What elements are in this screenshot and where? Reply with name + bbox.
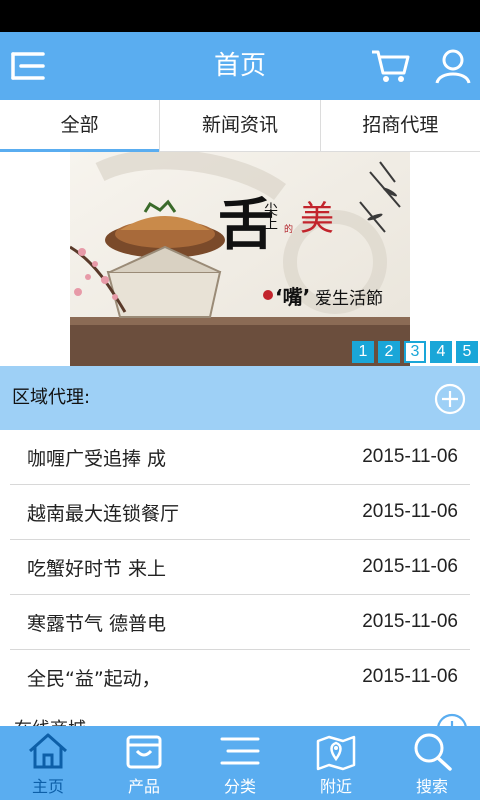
- news-date: 2015-11-06: [362, 666, 458, 687]
- nav-label: 主页: [31, 777, 64, 796]
- status-bar: [0, 0, 480, 32]
- nav-home[interactable]: 主页: [0, 726, 96, 800]
- list-item[interactable]: 咖喱广受追捧 成 2015-11-06: [10, 430, 470, 485]
- list-item[interactable]: 寒露节气 德普电 2015-11-06: [10, 595, 470, 650]
- news-title: 寒露节气 德普电: [27, 612, 167, 635]
- news-date: 2015-11-06: [362, 611, 458, 632]
- banner-headline-small: 尖上: [262, 202, 278, 230]
- bottom-nav: 主页 产品 分类 附近 搜索: [0, 726, 480, 800]
- promo-banner[interactable]: 舌 尖上 的 美 ‘嘴’ 爱生活節: [70, 152, 410, 366]
- list-item[interactable]: 吃蟹好时节 来上 2015-11-06: [10, 540, 470, 595]
- news-title: 咖喱广受追捧 成: [27, 447, 167, 470]
- user-button[interactable]: [432, 46, 474, 86]
- nav-label: 分类: [223, 777, 256, 796]
- pager-dot[interactable]: 2: [378, 341, 400, 363]
- news-date: 2015-11-06: [362, 446, 458, 467]
- user-icon: [435, 49, 471, 84]
- list-item[interactable]: 越南最大连锁餐厅 2015-11-06: [10, 485, 470, 540]
- list-icon: [220, 737, 260, 765]
- news-title: 越南最大连锁餐厅: [27, 502, 180, 525]
- search-icon: [414, 733, 452, 771]
- news-list: 咖喱广受追捧 成 2015-11-06 越南最大连锁餐厅 2015-11-06 …: [10, 430, 470, 705]
- nav-products[interactable]: 产品: [96, 726, 192, 800]
- pager-dot[interactable]: 4: [430, 341, 452, 363]
- map-icon: [316, 735, 356, 771]
- banner-artwork: 舌 尖上 的 美 ‘嘴’ 爱生活節: [70, 152, 410, 366]
- cart-icon: [372, 50, 410, 82]
- tab-all[interactable]: 全部: [0, 100, 161, 152]
- list-item[interactable]: 全民“益”起动， 2015-11-06: [10, 650, 470, 705]
- banner-slogan-prefix: ‘嘴’: [275, 285, 310, 309]
- plus-circle-icon[interactable]: [434, 383, 466, 415]
- banner-headline-tiny: 的: [284, 223, 293, 235]
- nav-nearby[interactable]: 附近: [288, 726, 384, 800]
- home-icon: [29, 733, 67, 769]
- banner-pager: 1 2 3 4 5: [352, 341, 478, 363]
- nav-label: 产品: [127, 777, 160, 796]
- nav-label: 搜索: [415, 777, 448, 796]
- news-date: 2015-11-06: [362, 501, 458, 522]
- pager-dot[interactable]: 5: [456, 341, 478, 363]
- tab-bar: 全部 新闻资讯 招商代理: [0, 100, 480, 152]
- tab-agency[interactable]: 招商代理: [321, 100, 480, 151]
- news-date: 2015-11-06: [362, 556, 458, 577]
- cart-button[interactable]: [370, 46, 412, 86]
- banner-headline-mei: 美: [300, 199, 334, 239]
- section-regional-agency: 区域代理:: [0, 366, 480, 430]
- section-title: 区域代理:: [12, 387, 91, 408]
- news-title: 吃蟹好时节 来上: [27, 557, 167, 580]
- nav-label: 附近: [319, 777, 352, 796]
- pager-dot[interactable]: 1: [352, 341, 374, 363]
- pager-dot-active[interactable]: 3: [404, 341, 426, 363]
- banner-slogan-rest: 爱生活節: [315, 289, 383, 309]
- tab-news[interactable]: 新闻资讯: [160, 100, 321, 151]
- nav-search[interactable]: 搜索: [384, 726, 480, 800]
- bag-icon: [126, 735, 162, 769]
- app-header: 首页: [0, 32, 480, 100]
- nav-categories[interactable]: 分类: [192, 726, 288, 800]
- news-title: 全民“益”起动，: [27, 667, 161, 690]
